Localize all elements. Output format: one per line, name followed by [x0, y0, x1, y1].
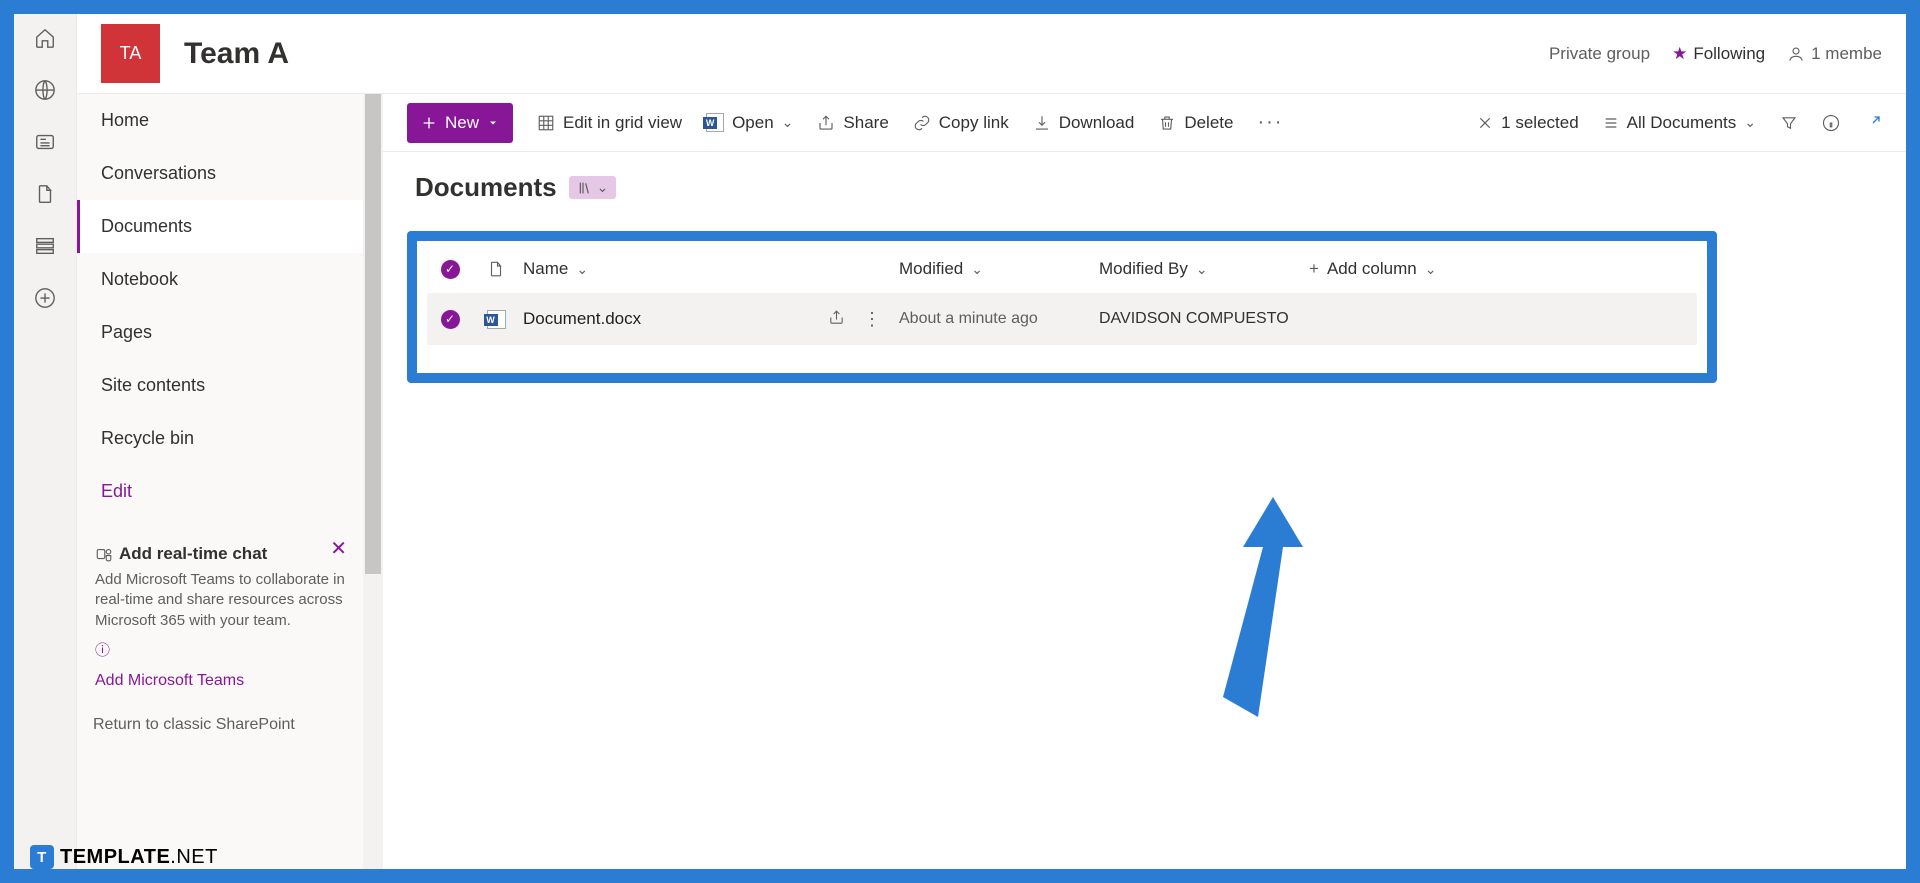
library-title: Documents [415, 172, 557, 203]
nav-notebook[interactable]: Notebook [77, 253, 363, 306]
copy-link-button[interactable]: Copy link [913, 113, 1009, 133]
teams-icon [95, 545, 113, 563]
file-type-icon [487, 260, 505, 278]
share-icon [817, 114, 835, 132]
column-modified[interactable]: Modified⌄ [899, 259, 1099, 279]
classic-sharepoint-link[interactable]: Return to classic SharePoint [93, 716, 347, 734]
command-bar: New Edit in grid view W Open ⌄ Shar [383, 94, 1906, 152]
site-nav: Home Conversations Documents Notebook Pa… [77, 94, 363, 869]
sidebar-scrollbar[interactable] [363, 94, 383, 869]
download-icon [1033, 114, 1051, 132]
download-button[interactable]: Download [1033, 113, 1135, 133]
chevron-down-icon [487, 117, 499, 129]
lists-icon[interactable] [33, 234, 57, 258]
info-icon[interactable]: ⓘ [95, 639, 345, 660]
more-button[interactable]: ··· [1257, 111, 1283, 134]
more-actions-icon[interactable]: ⋮ [863, 309, 881, 330]
star-icon[interactable]: ★ [1672, 44, 1687, 64]
files-icon[interactable] [33, 182, 57, 206]
filter-icon[interactable] [1780, 114, 1798, 132]
info-pane-icon[interactable] [1822, 114, 1840, 132]
chevron-down-icon: ⌄ [1744, 114, 1756, 131]
share-icon[interactable] [828, 309, 845, 326]
expand-icon[interactable] [1864, 114, 1882, 132]
person-icon [1787, 45, 1805, 63]
promo-desc: Add Microsoft Teams to collaborate in re… [95, 570, 345, 631]
chevron-down-icon: ⌄ [1196, 261, 1208, 278]
modified-value: About a minute ago [899, 310, 1038, 328]
home-icon[interactable] [33, 26, 57, 50]
new-button[interactable]: New [407, 103, 513, 143]
nav-home[interactable]: Home [77, 94, 363, 147]
word-doc-icon: W [487, 310, 506, 329]
table-header: ✓ Name⌄ Modified⌄ Modified By⌄ +Add colu… [427, 245, 1697, 293]
nav-edit[interactable]: Edit [77, 465, 363, 518]
site-title[interactable]: Team A [184, 37, 289, 71]
column-modified-by[interactable]: Modified By⌄ [1099, 259, 1309, 279]
link-icon [913, 114, 931, 132]
table-row[interactable]: ✓ W Document.docx ⋮ About a minute ago D… [427, 293, 1697, 345]
column-name[interactable]: Name⌄ [519, 259, 899, 279]
grid-icon [537, 114, 555, 132]
nav-site-contents[interactable]: Site contents [77, 359, 363, 412]
site-header: TA Team A Private group ★ Following 1 me… [77, 14, 1906, 94]
open-button[interactable]: W Open ⌄ [706, 113, 793, 133]
modified-by-value: DAVIDSON COMPUESTO [1099, 310, 1289, 328]
nav-recycle-bin[interactable]: Recycle bin [77, 412, 363, 465]
following-label[interactable]: Following [1693, 44, 1765, 64]
add-teams-link[interactable]: Add Microsoft Teams [95, 672, 345, 690]
view-selector[interactable]: All Documents ⌄ [1603, 113, 1756, 133]
edit-grid-button[interactable]: Edit in grid view [537, 113, 682, 133]
word-app-icon: W [706, 114, 724, 132]
privacy-label: Private group [1549, 44, 1650, 64]
close-icon[interactable]: ✕ [330, 536, 347, 561]
globe-icon[interactable] [33, 78, 57, 102]
books-icon [577, 180, 593, 196]
site-logo[interactable]: TA [101, 24, 160, 83]
library-view-pill[interactable]: ⌄ [569, 176, 617, 199]
nav-conversations[interactable]: Conversations [77, 147, 363, 200]
selection-count[interactable]: 1 selected [1477, 113, 1579, 133]
create-icon[interactable] [33, 286, 57, 310]
promo-title: Add real-time chat [119, 544, 267, 564]
global-nav-rail [14, 14, 77, 869]
watermark: T TEMPLATE.NET [30, 845, 218, 869]
annotation-arrow [1203, 497, 1343, 737]
share-button[interactable]: Share [817, 113, 888, 133]
row-checkbox[interactable]: ✓ [441, 310, 460, 329]
chevron-down-icon: ⌄ [597, 179, 609, 196]
watermark-badge: T [30, 845, 54, 869]
close-icon [1477, 115, 1493, 131]
plus-icon: + [1309, 259, 1319, 279]
teams-promo-card: ✕ Add real-time chat Add Microsoft Teams… [89, 536, 351, 698]
nav-documents[interactable]: Documents [77, 200, 363, 253]
ellipsis-icon: ··· [1257, 111, 1283, 134]
list-icon [1603, 115, 1619, 131]
members-count[interactable]: 1 membe [1787, 44, 1882, 64]
news-icon[interactable] [33, 130, 57, 154]
nav-pages[interactable]: Pages [77, 306, 363, 359]
chevron-down-icon: ⌄ [971, 261, 983, 278]
documents-table-highlight: ✓ Name⌄ Modified⌄ Modified By⌄ +Add colu… [407, 231, 1717, 383]
chevron-down-icon: ⌄ [782, 114, 794, 131]
delete-button[interactable]: Delete [1158, 113, 1233, 133]
add-column-button[interactable]: +Add column⌄ [1309, 259, 1697, 279]
select-all-checkbox[interactable]: ✓ [441, 260, 460, 279]
chevron-down-icon: ⌄ [576, 261, 588, 278]
plus-icon [421, 115, 437, 131]
chevron-down-icon: ⌄ [1425, 261, 1437, 278]
file-name[interactable]: Document.docx [523, 309, 641, 329]
trash-icon [1158, 114, 1176, 132]
